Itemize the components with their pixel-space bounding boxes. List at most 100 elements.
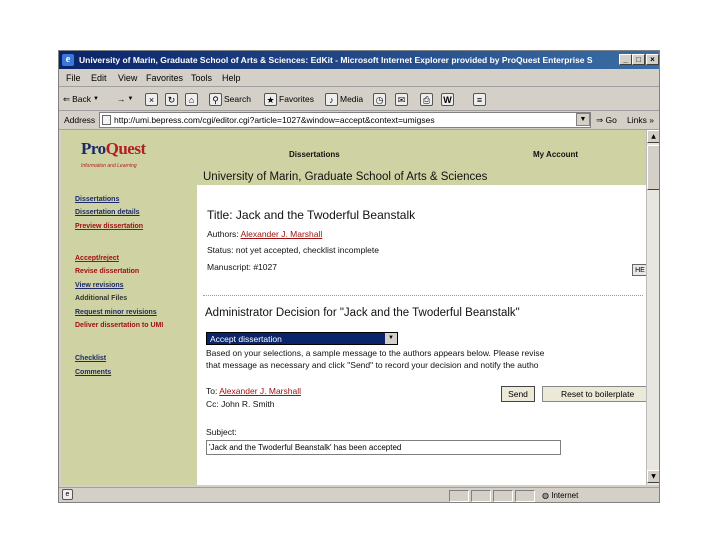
cc-row: Cc: John R. Smith <box>206 399 275 409</box>
zone-label: Internet <box>551 491 579 500</box>
print-button[interactable]: ⎙ <box>420 92 433 107</box>
close-button[interactable]: × <box>646 54 659 65</box>
sidebar-item-request-minor-revisions[interactable]: Request minor revisions <box>75 309 157 316</box>
favorites-icon: ★ <box>264 93 277 106</box>
subject-input[interactable]: 'Jack and the Twoderful Beanstalk' has b… <box>206 440 561 455</box>
authors-row: Authors: Alexander J. Marshall <box>207 229 322 239</box>
address-bar: Address http://umi.bepress.com/cgi/edito… <box>59 111 659 130</box>
forward-arrow-icon: → <box>117 94 126 104</box>
favorites-button[interactable]: ★ Favorites <box>264 92 314 107</box>
media-label: Media <box>340 94 364 104</box>
sidebar-item-dissertation-details[interactable]: Dissertation details <box>75 209 140 216</box>
reset-to-boilerplate-button[interactable]: Reset to boilerplate <box>542 386 646 402</box>
sidebar-item-comments[interactable]: Comments <box>75 369 111 376</box>
vertical-scrollbar[interactable]: ▲ ▼ <box>646 130 659 485</box>
forward-button[interactable]: → ▼ <box>117 92 133 107</box>
discuss-icon: ≡ <box>473 93 486 106</box>
status-bar: e ◍ Internet <box>59 487 659 502</box>
sidebar-item-checklist[interactable]: Checklist <box>75 355 106 362</box>
refresh-button[interactable]: ↻ <box>165 92 178 107</box>
site-header: ProQuest Information and Learning Disser… <box>61 130 646 185</box>
back-arrow-icon: ⇐ <box>63 94 71 104</box>
status-row: Status: not yet accepted, checklist inco… <box>207 245 379 255</box>
scroll-thumb[interactable] <box>647 145 659 190</box>
cc-label: Cc: <box>206 399 219 409</box>
menu-edit[interactable]: Edit <box>91 70 107 86</box>
edit-button[interactable]: W <box>441 92 454 107</box>
internet-zone: ◍ Internet <box>542 489 579 502</box>
school-name: University of Marin, Graduate School of … <box>203 171 488 183</box>
sidebar-item-accept-reject[interactable]: Accept/reject <box>75 255 119 262</box>
browser-window: e University of Marin, Graduate School o… <box>58 50 660 503</box>
maximize-button[interactable]: □ <box>632 54 645 65</box>
dissertation-title: Title: Jack and the Twoderful Beanstalk <box>207 208 416 222</box>
menu-help[interactable]: Help <box>222 70 241 86</box>
scroll-up-button[interactable]: ▲ <box>647 130 659 143</box>
sidebar-item-deliver-dissertation[interactable]: Deliver dissertation to UMI <box>75 322 163 329</box>
author-link[interactable]: Alexander J. Marshall <box>241 229 323 239</box>
back-label: Back <box>72 94 92 104</box>
title-bar[interactable]: e University of Marin, Graduate School o… <box>59 51 659 69</box>
refresh-icon: ↻ <box>165 93 178 106</box>
back-button[interactable]: ⇐ Back ▼ <box>63 92 99 107</box>
chevron-down-icon: ▼ <box>127 96 134 102</box>
word-icon: W <box>441 93 454 106</box>
go-button[interactable]: ⇒ Go <box>596 111 617 129</box>
sidebar-item-additional-files[interactable]: Additional Files <box>75 295 127 302</box>
minimize-button[interactable]: _ <box>619 54 632 65</box>
sidebar-item-dissertations[interactable]: Dissertations <box>75 196 119 203</box>
sidebar-item-view-revisions[interactable]: View revisions <box>75 282 124 289</box>
history-button[interactable]: ◷ <box>373 92 386 107</box>
authors-label: Authors: <box>207 229 239 239</box>
stop-icon: × <box>145 93 158 106</box>
discuss-button[interactable]: ≡ <box>473 92 486 107</box>
sidebar-item-revise-dissertation[interactable]: Revise dissertation <box>75 268 139 275</box>
search-button[interactable]: ⚲ Search <box>209 92 251 107</box>
to-row: To: Alexander J. Marshall <box>206 386 301 396</box>
status-panel <box>493 490 513 502</box>
home-button[interactable]: ⌂ <box>185 92 198 107</box>
message-line-1: Based on your selections, a sample messa… <box>206 348 545 358</box>
manuscript-value: #1027 <box>253 262 277 272</box>
message-line-2: that message as necessary and click "Sen… <box>206 360 539 370</box>
to-label: To: <box>206 386 218 396</box>
to-recipient-link[interactable]: Alexander J. Marshall <box>219 386 301 396</box>
address-input[interactable]: http://umi.bepress.com/cgi/editor.cgi?ar… <box>99 112 591 128</box>
menu-tools[interactable]: Tools <box>191 70 212 86</box>
decision-select[interactable]: Accept dissertation ▼ <box>206 332 398 345</box>
links-button[interactable]: Links » <box>627 111 654 129</box>
sidebar-item-preview-dissertation[interactable]: Preview dissertation <box>75 223 143 230</box>
page-content: ProQuest Information and Learning Disser… <box>61 130 646 485</box>
main-panel: Title: Jack and the Twoderful Beanstalk … <box>197 185 646 485</box>
window-title: University of Marin, Graduate School of … <box>79 55 593 65</box>
html-button[interactable]: HE <box>632 264 646 276</box>
address-label: Address <box>64 115 96 125</box>
proquest-logo[interactable]: ProQuest <box>81 139 146 159</box>
status-value: not yet accepted, checklist incomplete <box>235 245 380 255</box>
stop-button[interactable]: × <box>145 92 158 107</box>
ie-logo-icon: e <box>62 54 74 66</box>
search-label: Search <box>224 94 251 104</box>
media-icon: ♪ <box>325 93 338 106</box>
mail-button[interactable]: ✉ <box>395 92 408 107</box>
scroll-down-button[interactable]: ▼ <box>647 470 659 483</box>
toolbar: ⇐ Back ▼ → ▼ × ↻ ⌂ ⚲ Search ★ Favorites … <box>59 88 659 111</box>
media-button[interactable]: ♪ Media <box>325 92 363 107</box>
send-button[interactable]: Send <box>501 386 535 402</box>
status-panel <box>449 490 469 502</box>
menu-view[interactable]: View <box>118 70 137 86</box>
nav-my-account[interactable]: My Account <box>533 150 578 159</box>
address-url: http://umi.bepress.com/cgi/editor.cgi?ar… <box>114 115 435 125</box>
divider <box>203 295 643 296</box>
menu-favorites[interactable]: Favorites <box>146 70 183 86</box>
page-icon <box>102 115 111 125</box>
search-icon: ⚲ <box>209 93 222 106</box>
nav-dissertations[interactable]: Dissertations <box>289 150 340 159</box>
print-icon: ⎙ <box>420 93 433 106</box>
chevron-down-icon[interactable]: ▼ <box>385 333 397 344</box>
logo-tagline: Information and Learning <box>81 163 137 169</box>
menu-file[interactable]: File <box>66 70 81 86</box>
menu-bar: File Edit View Favorites Tools Help <box>59 70 659 87</box>
sidebar: Dissertations Dissertation details Previ… <box>61 185 197 485</box>
address-dropdown-button[interactable]: ▼ <box>576 113 590 126</box>
